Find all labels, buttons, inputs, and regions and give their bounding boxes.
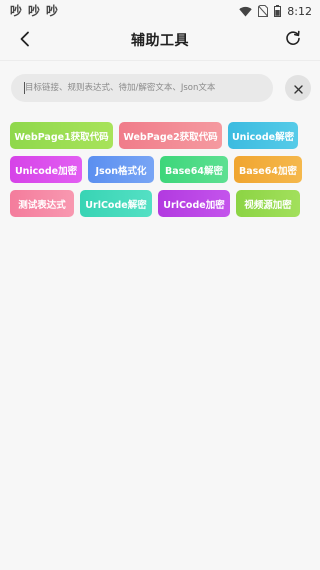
- wifi-icon: [239, 6, 252, 17]
- search-input[interactable]: [11, 74, 273, 102]
- no-sim-icon: [258, 5, 269, 17]
- tool-button-test-expression[interactable]: 测试表达式: [10, 190, 74, 217]
- status-bar: 吵 吵 吵 8:12: [0, 0, 320, 22]
- tool-row: Unicode加密 Json格式化 Base64解密 Base64加密: [10, 156, 310, 183]
- back-button[interactable]: [14, 30, 36, 52]
- battery-icon: [274, 5, 282, 17]
- tool-button-urlcode-decrypt[interactable]: UrlCode解密: [80, 190, 152, 217]
- tool-row: 测试表达式 UrlCode解密 UrlCode加密 视频源加密: [10, 190, 310, 217]
- tool-button-webpage2[interactable]: WebPage2获取代码: [119, 122, 222, 149]
- tool-button-unicode-decrypt[interactable]: Unicode解密: [228, 122, 298, 149]
- tool-row: WebPage1获取代码 WebPage2获取代码 Unicode解密: [10, 122, 310, 149]
- notification-area: 吵 吵 吵: [10, 5, 58, 17]
- tool-button-base64-decrypt[interactable]: Base64解密: [160, 156, 228, 183]
- tool-button-json-format[interactable]: Json格式化: [88, 156, 154, 183]
- search-row: [11, 74, 311, 102]
- notification-icon: 吵: [28, 4, 41, 18]
- system-icons: 8:12: [239, 5, 312, 18]
- close-icon: [293, 79, 303, 98]
- app-bar: 辅助工具: [0, 22, 320, 58]
- tool-button-base64-encrypt[interactable]: Base64加密: [234, 156, 302, 183]
- notification-icon: 吵: [10, 4, 23, 18]
- chevron-left-icon: [19, 31, 31, 51]
- tool-button-urlcode-encrypt[interactable]: UrlCode加密: [158, 190, 230, 217]
- text-cursor: [24, 82, 25, 94]
- page-title: 辅助工具: [131, 33, 189, 49]
- tool-button-webpage1[interactable]: WebPage1获取代码: [10, 122, 113, 149]
- tool-button-video-source-encrypt[interactable]: 视频源加密: [236, 190, 300, 217]
- refresh-button[interactable]: [282, 29, 304, 51]
- tool-button-unicode-encrypt[interactable]: Unicode加密: [10, 156, 82, 183]
- notification-icon: 吵: [46, 4, 59, 18]
- header-divider: [0, 60, 320, 61]
- clock: 8:12: [287, 4, 312, 18]
- refresh-icon: [285, 30, 301, 50]
- clear-button[interactable]: [285, 75, 311, 101]
- tool-grid: WebPage1获取代码 WebPage2获取代码 Unicode解密 Unic…: [10, 122, 310, 224]
